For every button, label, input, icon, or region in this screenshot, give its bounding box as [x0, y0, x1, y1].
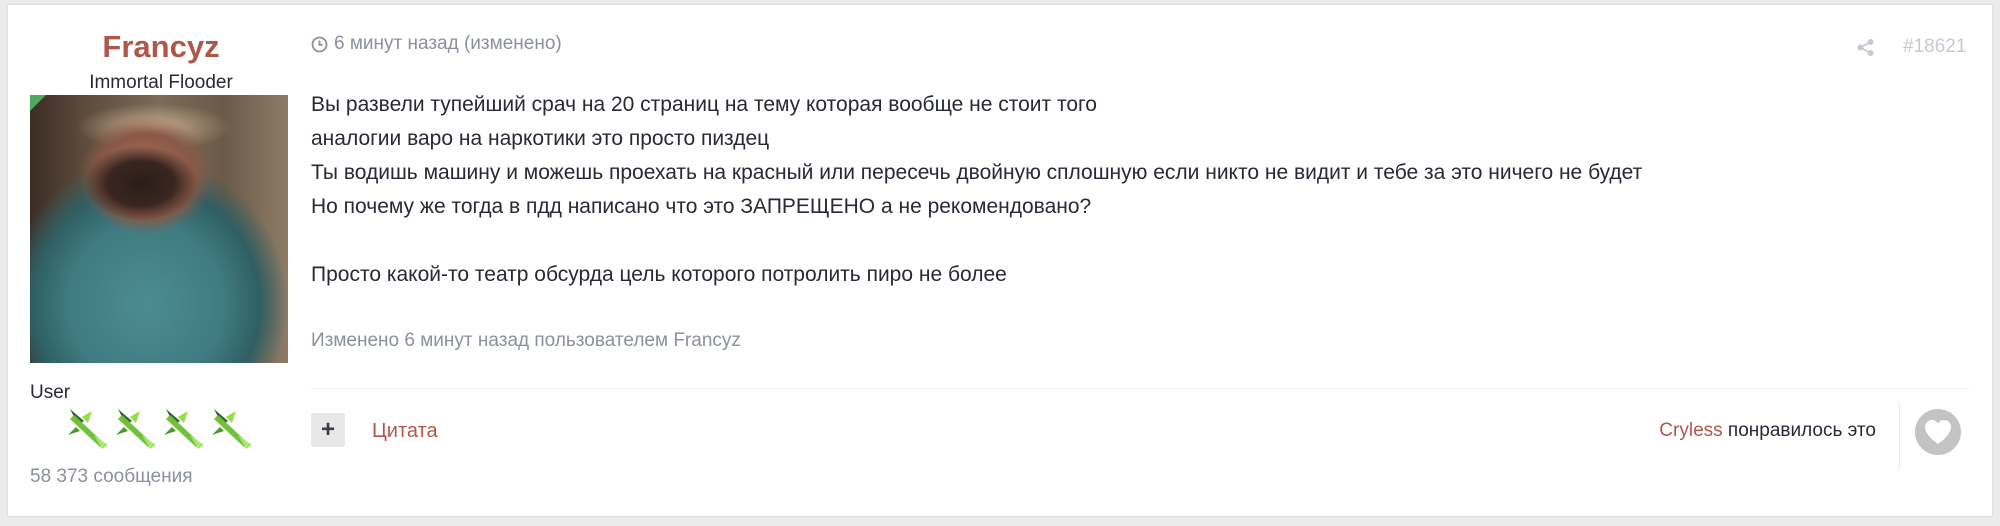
author-panel: Francyz Immortal Flooder — [30, 27, 292, 95]
author-role: User — [30, 382, 71, 403]
share-icon[interactable] — [1856, 38, 1875, 57]
vertical-divider — [1899, 402, 1900, 470]
multiquote-plus-button[interactable]: + — [311, 413, 345, 447]
edited-note: Изменено 6 минут назад пользователем Fra… — [311, 330, 741, 351]
clock-icon — [311, 36, 328, 52]
timestamp-text: 6 минут назад (изменено) — [334, 33, 562, 54]
gem-wand-badge-icon — [116, 409, 156, 449]
post-line: аналогии варо на наркотики это просто пи… — [311, 127, 770, 150]
likes-summary: Cryless понравилось это — [1659, 420, 1876, 442]
post-timestamp[interactable]: 6 минут назад (изменено) — [311, 33, 562, 55]
rank-badges — [64, 405, 264, 449]
post-count: 58 373 сообщения — [30, 466, 193, 487]
liked-text: понравилось это — [1722, 420, 1876, 441]
gem-wand-badge-icon — [68, 409, 108, 449]
like-button[interactable] — [1915, 409, 1961, 455]
avatar[interactable] — [30, 95, 288, 363]
gem-wand-badge-icon — [212, 409, 252, 449]
post-line — [311, 224, 1642, 258]
liker-name-link[interactable]: Cryless — [1659, 420, 1722, 441]
post-body: Вы развели тупейший срач на 20 страниц н… — [311, 88, 1642, 292]
post-line: Но почему же тогда в пдд написано что эт… — [311, 195, 1092, 218]
post-line: Вы развели тупейший срач на 20 страниц н… — [311, 93, 1097, 116]
divider — [311, 388, 1969, 389]
author-title: Immortal Flooder — [89, 72, 233, 93]
gem-wand-badge-icon — [164, 409, 204, 449]
quote-button[interactable]: Цитата — [372, 420, 438, 443]
post-number-link[interactable]: #18621 — [1903, 36, 1966, 58]
post-line: Ты водишь машину и можешь проехать на кр… — [311, 161, 1643, 184]
post-line: Просто какой-то театр обсурда цель котор… — [311, 263, 1007, 286]
plus-icon: + — [320, 416, 335, 443]
author-name-link[interactable]: Francyz — [30, 27, 292, 67]
forum-post: Francyz Immortal Flooder User 58 373 соо… — [8, 5, 1992, 516]
heart-icon — [1925, 420, 1951, 444]
